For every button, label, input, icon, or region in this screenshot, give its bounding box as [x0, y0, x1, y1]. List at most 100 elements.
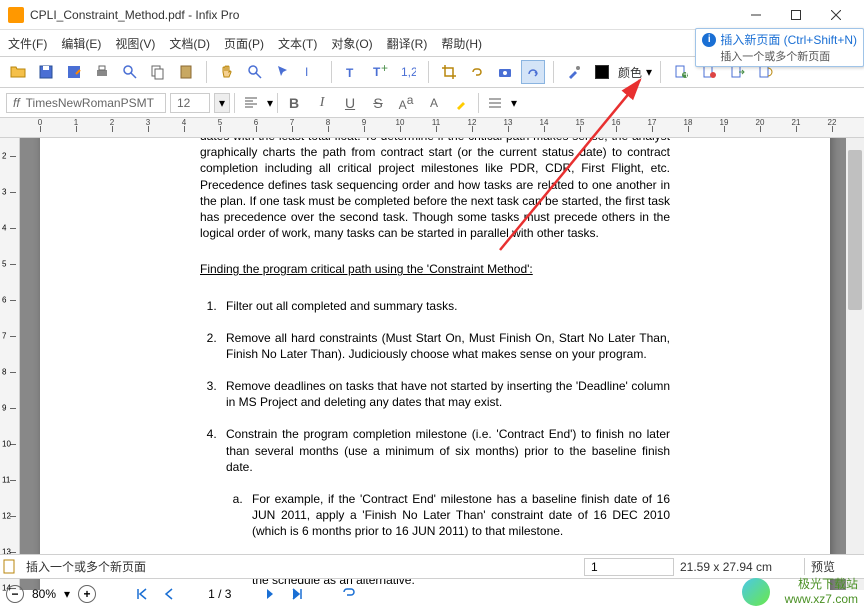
menu-text[interactable]: 文本(T) — [278, 35, 317, 52]
menu-view[interactable]: 视图(V) — [115, 35, 155, 52]
crop-icon[interactable] — [437, 60, 461, 84]
color-swatch[interactable] — [590, 60, 614, 84]
open-icon[interactable] — [6, 60, 30, 84]
page-dimensions: 21.59 x 27.94 cm — [674, 560, 804, 574]
zoom-out-button[interactable]: − — [6, 585, 24, 603]
separator — [660, 61, 661, 83]
zoom-in-button[interactable]: + — [78, 585, 96, 603]
camera-icon[interactable] — [493, 60, 517, 84]
link-icon[interactable] — [465, 60, 489, 84]
horizontal-ruler: 012345678910111213141516171819202122 — [0, 118, 864, 138]
svg-text:+: + — [683, 67, 689, 80]
paste-icon[interactable] — [174, 60, 198, 84]
align-dropdown-icon[interactable]: ▾ — [267, 96, 273, 110]
close-button[interactable] — [816, 1, 856, 29]
insert-page-tooltip: i 插入新页面 (Ctrl+Shift+N) 插入一个或多个新页面 — [695, 28, 864, 67]
pointer-icon[interactable] — [271, 60, 295, 84]
tooltip-title: 插入新页面 (Ctrl+Shift+N) — [720, 31, 857, 48]
save-icon[interactable] — [34, 60, 58, 84]
maximize-button[interactable] — [776, 1, 816, 29]
section-heading: Finding the program critical path using … — [200, 261, 670, 277]
svg-text:+: + — [381, 64, 388, 75]
text-link-icon[interactable]: 1,2 — [396, 60, 420, 84]
menu-document[interactable]: 文档(D) — [169, 35, 210, 52]
first-page-button[interactable] — [132, 584, 152, 604]
zoom-level: 80% — [32, 587, 56, 601]
list-item-text: Constrain the program completion milesto… — [226, 427, 670, 473]
next-page-button[interactable] — [259, 584, 279, 604]
eyedropper-icon[interactable] — [562, 60, 586, 84]
font-size-up-icon[interactable]: A — [422, 91, 446, 115]
italic-icon[interactable]: I — [310, 91, 334, 115]
menu-bar: 文件(F) 编辑(E) 视图(V) 文档(D) 页面(P) 文本(T) 对象(O… — [0, 30, 864, 56]
title-bar: CPLI_Constraint_Method.pdf - Infix Pro — [0, 0, 864, 30]
copy-icon[interactable] — [146, 60, 170, 84]
zoom-icon[interactable] — [243, 60, 267, 84]
text-plus-icon[interactable]: T+ — [368, 60, 392, 84]
window-title: CPLI_Constraint_Method.pdf - Infix Pro — [30, 8, 736, 22]
menu-file[interactable]: 文件(F) — [8, 35, 47, 52]
superscript-icon[interactable]: Aa — [394, 91, 418, 115]
page-number-input[interactable] — [584, 558, 674, 576]
insert-page-icon[interactable]: + — [669, 60, 693, 84]
highlight-icon[interactable] — [450, 91, 474, 115]
svg-text:T: T — [373, 65, 381, 79]
separator — [331, 61, 332, 83]
format-toolbar: ffTimesNewRomanPSMT 12 ▾ ▾ B I U S Aa A … — [0, 88, 864, 118]
page-indicator: 1 / 3 — [208, 587, 231, 601]
text-select-icon[interactable]: I — [299, 60, 323, 84]
page-area[interactable]: dates with the least total float. To det… — [20, 138, 864, 590]
separator — [428, 61, 429, 83]
tooltip-subtitle: 插入一个或多个新页面 — [702, 48, 857, 64]
watermark-url: www.xz7.com — [785, 592, 858, 606]
align-left-icon[interactable] — [239, 91, 263, 115]
navigation-bar: − 80% ▾ + 1 / 3 极光下载站 www.xz7.com — [0, 578, 864, 608]
menu-object[interactable]: 对象(O) — [331, 35, 372, 52]
text-tool-icon[interactable]: T — [340, 60, 364, 84]
sublist-item: For example, if the 'Contract End' miles… — [246, 491, 670, 540]
redo-arrow-icon[interactable] — [521, 60, 545, 84]
list-item: Remove all hard constraints (Must Start … — [220, 330, 670, 362]
list-item: Remove deadlines on tasks that have not … — [220, 378, 670, 410]
info-icon: i — [702, 33, 716, 47]
bold-icon[interactable]: B — [282, 91, 306, 115]
watermark-logo — [742, 578, 770, 606]
watermark: 极光下载站 www.xz7.com — [785, 577, 858, 606]
zoom-dropdown-icon[interactable]: ▾ — [64, 587, 70, 601]
separator — [234, 93, 235, 113]
spacing-dropdown-icon[interactable]: ▾ — [511, 96, 517, 110]
separator — [478, 93, 479, 113]
color-label: 颜色 — [618, 64, 642, 81]
watermark-text: 极光下载站 — [785, 577, 858, 591]
line-spacing-icon[interactable] — [483, 91, 507, 115]
list-item: Filter out all completed and summary tas… — [220, 298, 670, 314]
minimize-button[interactable] — [736, 1, 776, 29]
hand-icon[interactable] — [215, 60, 239, 84]
search-icon[interactable] — [118, 60, 142, 84]
font-selector[interactable]: ffTimesNewRomanPSMT — [6, 93, 166, 113]
page-icon[interactable] — [0, 559, 20, 575]
svg-text:I: I — [305, 65, 308, 79]
underline-icon[interactable]: U — [338, 91, 362, 115]
menu-edit[interactable]: 编辑(E) — [61, 35, 101, 52]
scrollbar-thumb[interactable] — [848, 150, 862, 310]
pdf-page: dates with the least total float. To det… — [40, 138, 830, 590]
preview-label[interactable]: 预览 — [804, 558, 864, 575]
strikethrough-icon[interactable]: S — [366, 91, 390, 115]
font-size-selector[interactable]: 12 — [170, 93, 210, 113]
menu-help[interactable]: 帮助(H) — [441, 35, 482, 52]
separator — [277, 93, 278, 113]
prev-page-button[interactable] — [160, 584, 180, 604]
svg-text:1,2: 1,2 — [401, 65, 416, 79]
status-hint: 插入一个或多个新页面 — [20, 558, 152, 575]
menu-page[interactable]: 页面(P) — [224, 35, 264, 52]
size-dropdown-icon[interactable]: ▾ — [214, 93, 230, 113]
vertical-scrollbar[interactable] — [846, 138, 864, 590]
menu-translate[interactable]: 翻译(R) — [387, 35, 428, 52]
loop-button[interactable] — [339, 584, 359, 604]
last-page-button[interactable] — [287, 584, 307, 604]
vertical-ruler: 234567891011121314 — [0, 138, 20, 590]
save-as-icon[interactable] — [62, 60, 86, 84]
print-icon[interactable] — [90, 60, 114, 84]
dropdown-icon[interactable]: ▾ — [646, 65, 652, 79]
